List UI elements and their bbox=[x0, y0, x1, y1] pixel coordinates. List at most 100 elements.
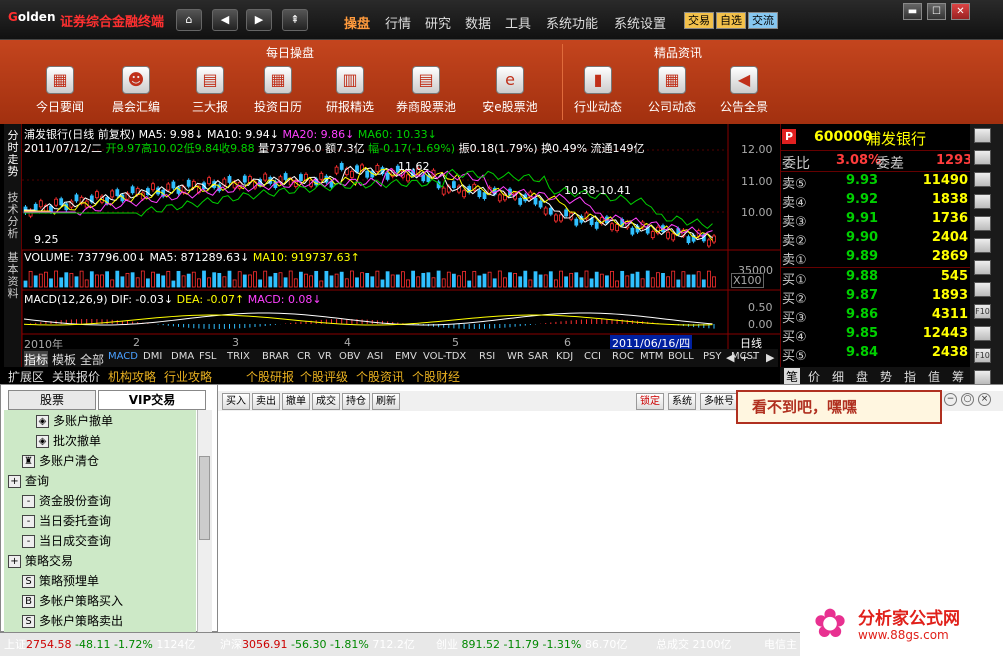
zoom-out-icon[interactable]: - bbox=[752, 351, 756, 364]
quote-tab-5[interactable]: 指 bbox=[904, 368, 916, 385]
chart-scroll-left-icon[interactable]: ◀ bbox=[726, 351, 734, 364]
trade-button-3[interactable]: 成交 bbox=[312, 393, 340, 410]
trade-button-2[interactable]: 撤单 bbox=[282, 393, 310, 410]
indicator-tab-rsi[interactable]: RSI bbox=[479, 351, 495, 362]
zoom-in-icon[interactable]: + bbox=[740, 351, 749, 364]
trade-right-button-0[interactable]: 锁定 bbox=[636, 393, 664, 410]
indicator-tab-vol-tdx[interactable]: VOL-TDX bbox=[423, 351, 466, 362]
indicator-tab-模板[interactable]: 模板 bbox=[52, 351, 76, 368]
indicator-tab-vr[interactable]: VR bbox=[318, 351, 332, 362]
ribbon-item-3[interactable]: ▦ 投资日历 bbox=[246, 66, 310, 115]
indicator-tab-obv[interactable]: OBV bbox=[339, 351, 360, 362]
indicator-tab-brar[interactable]: BRAR bbox=[262, 351, 289, 362]
home-button[interactable]: ⌂ bbox=[176, 9, 202, 31]
page-up-button[interactable]: ⇞ bbox=[282, 9, 308, 31]
trade-button-1[interactable]: 卖出 bbox=[252, 393, 280, 410]
mode-community-button[interactable]: 交流 bbox=[748, 12, 778, 29]
menu-tools[interactable]: 工具 bbox=[505, 13, 531, 32]
indicator-tab-fsl[interactable]: FSL bbox=[199, 351, 217, 362]
menu-system-functions[interactable]: 系统功能 bbox=[546, 13, 598, 32]
indicator-tab-全部[interactable]: 全部 bbox=[80, 351, 104, 368]
trade-right-button-1[interactable]: 系统 bbox=[668, 393, 696, 410]
ribbon-item-7[interactable]: ▮ 行业动态 bbox=[566, 66, 630, 115]
link-tab-6[interactable]: 个股资讯 bbox=[356, 368, 404, 385]
trade-button-5[interactable]: 刷新 bbox=[372, 393, 400, 410]
link-tab-4[interactable]: 个股研报 bbox=[246, 368, 294, 385]
panel-maximize-icon[interactable]: ○ bbox=[961, 393, 974, 406]
menu-research[interactable]: 研究 bbox=[425, 13, 451, 32]
close-icon[interactable]: ✕ bbox=[951, 3, 970, 20]
status-hushen[interactable]: 沪深3056.91 -56.30 -1.81% 712.2亿 bbox=[220, 636, 415, 652]
indicator-tab-emv[interactable]: EMV bbox=[395, 351, 417, 362]
right-tool-icon-3[interactable] bbox=[974, 194, 991, 209]
indicator-tab-dma[interactable]: DMA bbox=[171, 351, 194, 362]
back-button[interactable]: ◀ bbox=[212, 9, 238, 31]
ribbon-item-1[interactable]: ☻ 晨会汇编 bbox=[104, 66, 168, 115]
tab-stocks[interactable]: 股票 bbox=[8, 390, 96, 410]
indicator-tab-asi[interactable]: ASI bbox=[367, 351, 383, 362]
tree-item-0[interactable]: ◈ 多账户撤单 bbox=[36, 412, 113, 429]
indicator-tab-sar[interactable]: SAR bbox=[528, 351, 548, 362]
menu-system-settings[interactable]: 系统设置 bbox=[614, 13, 666, 32]
right-tool-icon-5[interactable] bbox=[974, 238, 991, 253]
right-tool-icon-9[interactable] bbox=[974, 326, 991, 341]
minimize-icon[interactable]: ▬ bbox=[903, 3, 922, 20]
link-tab-7[interactable]: 个股财经 bbox=[412, 368, 460, 385]
right-tool-icon-0[interactable] bbox=[974, 128, 991, 143]
tab-vip-trading[interactable]: VIP交易 bbox=[98, 390, 206, 410]
indicator-tab-boll[interactable]: BOLL bbox=[668, 351, 694, 362]
link-tab-1[interactable]: 关联报价 bbox=[52, 368, 100, 385]
mode-watchlist-button[interactable]: 自选 bbox=[716, 12, 746, 29]
tree-item-5[interactable]: - 当日委托查询 bbox=[22, 512, 111, 529]
indicator-tab-macd[interactable]: MACD bbox=[108, 351, 138, 362]
status-shanghai[interactable]: 上证2754.58 -48.11 -1.72% 1124亿 bbox=[4, 636, 195, 652]
tree-item-8[interactable]: S 策略预埋单 bbox=[22, 572, 99, 589]
quote-tab-0[interactable]: 笔 bbox=[784, 368, 801, 385]
tree-item-6[interactable]: - 当日成交查询 bbox=[22, 532, 111, 549]
right-tool-icon-6[interactable] bbox=[974, 260, 991, 275]
quote-tab-1[interactable]: 价 bbox=[808, 368, 820, 385]
tree-scroll-thumb[interactable] bbox=[199, 456, 210, 540]
indicator-tab-cr[interactable]: CR bbox=[297, 351, 311, 362]
ribbon-item-5[interactable]: ▤ 券商股票池 bbox=[394, 66, 458, 115]
trade-right-button-2[interactable]: 多帐号 bbox=[700, 393, 738, 410]
tree-item-9[interactable]: B 多帐户策略买入 bbox=[22, 592, 123, 609]
quote-tab-7[interactable]: 筹 bbox=[952, 368, 964, 385]
indicator-tab-指标[interactable]: 指标 bbox=[24, 351, 49, 368]
indicator-tab-cci[interactable]: CCI bbox=[584, 351, 601, 362]
indicator-tab-kdj[interactable]: KDJ bbox=[556, 351, 573, 362]
quote-tab-3[interactable]: 盘 bbox=[856, 368, 868, 385]
tree-item-4[interactable]: - 资金股份查询 bbox=[22, 492, 111, 509]
quote-tab-4[interactable]: 势 bbox=[880, 368, 892, 385]
link-tab-3[interactable]: 行业攻略 bbox=[164, 368, 212, 385]
trade-button-4[interactable]: 持仓 bbox=[342, 393, 370, 410]
indicator-tab-psy[interactable]: PSY bbox=[703, 351, 722, 362]
menu-data[interactable]: 数据 bbox=[465, 13, 491, 32]
ribbon-item-8[interactable]: ▦ 公司动态 bbox=[640, 66, 704, 115]
menu-trade[interactable]: 操盘 bbox=[344, 13, 370, 32]
right-tool-icon-4[interactable] bbox=[974, 216, 991, 231]
ribbon-item-0[interactable]: ▦ 今日要闻 bbox=[28, 66, 92, 115]
tree-item-10[interactable]: S 多帐户策略卖出 bbox=[22, 612, 123, 629]
ribbon-item-4[interactable]: ▥ 研报精选 bbox=[318, 66, 382, 115]
right-tool-icon-8[interactable]: F10 bbox=[974, 304, 991, 319]
side-tab-fundamentals[interactable]: 基本资料 bbox=[5, 252, 21, 300]
right-tool-icon-10[interactable]: F10 bbox=[974, 348, 991, 363]
maximize-icon[interactable]: ☐ bbox=[927, 3, 946, 20]
side-tab-technical[interactable]: 技术分析 bbox=[5, 192, 21, 240]
mode-trade-button[interactable]: 交易 bbox=[684, 12, 714, 29]
tree-item-2[interactable]: ♜ 多账户清仓 bbox=[22, 452, 99, 469]
status-chinext[interactable]: 创业 891.52 -11.79 -1.31% 86.70亿 bbox=[436, 636, 627, 652]
right-tool-icon-1[interactable] bbox=[974, 150, 991, 165]
panel-close-icon[interactable]: × bbox=[978, 393, 991, 406]
link-tab-5[interactable]: 个股评级 bbox=[300, 368, 348, 385]
ribbon-item-9[interactable]: ◀ 公告全景 bbox=[712, 66, 776, 115]
indicator-tab-trix[interactable]: TRIX bbox=[227, 351, 250, 362]
side-tab-intraday[interactable]: 分时走势 bbox=[5, 130, 21, 178]
right-tool-icon-11[interactable] bbox=[974, 370, 991, 385]
menu-quotes[interactable]: 行情 bbox=[385, 13, 411, 32]
forward-button[interactable]: ▶ bbox=[246, 9, 272, 31]
ribbon-item-2[interactable]: ▤ 三大报 bbox=[178, 66, 242, 115]
indicator-tab-mtm[interactable]: MTM bbox=[640, 351, 663, 362]
link-tab-0[interactable]: 扩展区 bbox=[8, 368, 44, 385]
